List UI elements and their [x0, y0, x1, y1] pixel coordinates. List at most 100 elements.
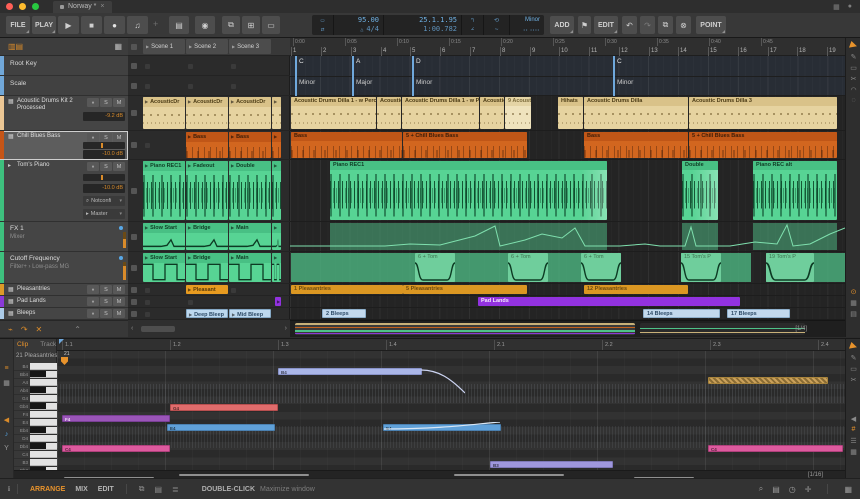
piano-key[interactable]: D4	[14, 435, 57, 443]
output-selector[interactable]: ▸ Master ▾	[83, 209, 125, 219]
stop-clip-button[interactable]	[131, 188, 137, 194]
key-cap[interactable]	[30, 363, 57, 370]
launcher-automation-clip[interactable]: Slow Start	[143, 253, 185, 282]
piano-key[interactable]: A4	[14, 379, 57, 387]
arranger-lane-padlands[interactable]: Pad Lands	[290, 296, 845, 308]
record-arm-button[interactable]: ●	[87, 162, 99, 171]
knife-tool[interactable]: ✂	[846, 73, 860, 84]
arranger-clip[interactable]: 5 + Chill Blues Bass	[689, 132, 837, 158]
key-cap[interactable]	[30, 459, 57, 466]
arranger-clip[interactable]: Acoustic Drums Dilla	[584, 97, 688, 129]
launcher-automation-clip[interactable]	[272, 253, 281, 282]
solo-button[interactable]: S	[100, 285, 112, 294]
empty-slot[interactable]	[145, 143, 150, 148]
solo-button[interactable]: S	[100, 162, 112, 171]
bar-number[interactable]: 3	[351, 47, 356, 56]
scale-highlight-toggle[interactable]: #	[846, 424, 860, 435]
bar-number[interactable]: 19	[827, 47, 836, 56]
midi-note[interactable]: F4	[62, 415, 170, 422]
launcher-clip[interactable]	[272, 97, 281, 129]
automation-lane-cutoff[interactable]: Cutoff Frequency Filter+ › Low-pass MG	[0, 252, 128, 284]
piano-roll-grid[interactable]: 1.11.21.31.42.12.22.32.4 21 B4	[57, 339, 845, 470]
automation-curve[interactable]	[290, 222, 845, 252]
bar-number[interactable]: 5	[410, 47, 415, 56]
pointer-tool[interactable]	[846, 341, 860, 352]
io-routing-icon[interactable]: ▥▤	[8, 42, 23, 51]
empty-slot[interactable]	[231, 84, 236, 89]
arranger-clip[interactable]: 1 Pleasantries	[291, 285, 403, 294]
midi-note[interactable]: G4	[170, 404, 278, 411]
key-cap[interactable]	[30, 419, 57, 426]
piano-key[interactable]: B3	[14, 459, 57, 467]
automation-clip[interactable]: 15 Tom's P	[681, 253, 721, 282]
automation-clip[interactable]: 6 + Tom	[415, 253, 455, 282]
bar-number[interactable]: 8	[500, 47, 505, 56]
redo-button[interactable]: ↷	[640, 16, 655, 34]
midi-note[interactable]: B3	[490, 461, 613, 468]
edited-clip-label[interactable]: 21 Pleasantries	[16, 353, 57, 359]
overview-viewport[interactable]	[295, 323, 635, 335]
track-name[interactable]: Pleasantries	[17, 286, 84, 293]
arranger-clip[interactable]: Bass	[584, 132, 688, 158]
piano-key[interactable]: Bb4	[14, 371, 57, 379]
stop-clip-button[interactable]	[131, 142, 137, 148]
add-menu-button[interactable]: ADD	[550, 16, 574, 34]
pointer-tool[interactable]	[846, 40, 860, 51]
key-cap[interactable]	[30, 395, 57, 402]
scene-launch-button[interactable]: Scene 1	[143, 39, 185, 54]
track-name[interactable]: Chill Blues Bass	[17, 133, 84, 140]
empty-slot[interactable]	[231, 64, 236, 69]
arranger-clip[interactable]: Bass	[291, 132, 402, 158]
bar-number[interactable]: 17	[768, 47, 777, 56]
slot-row-drums[interactable]: AcousticDr AcousticDr AcousticDr	[128, 96, 290, 131]
scene-launch-button[interactable]: Scene 3	[229, 39, 271, 54]
track-name[interactable]: Pad Lands	[17, 298, 84, 305]
arranger-lane-drums[interactable]: Acoustic Drums Dilla 1 - w Perc Acoustic…	[290, 96, 845, 131]
editor-ruler[interactable]: 1.11.21.31.42.12.22.32.4	[57, 339, 845, 351]
stop-clip-button[interactable]	[131, 110, 137, 116]
solo-button[interactable]: S	[100, 297, 112, 306]
arranger-clip[interactable]: 17 Bleeps	[727, 309, 790, 318]
solo-button[interactable]: S	[100, 133, 112, 142]
record-arm-button[interactable]: ●	[87, 309, 99, 318]
track-row[interactable]: ▦ Bleeps ● S M	[0, 308, 128, 320]
scroll-right-icon[interactable]: ›	[285, 325, 287, 332]
solo-button[interactable]: S	[100, 309, 112, 318]
pencil-tool[interactable]: ✎	[846, 352, 860, 363]
stop-clip-button[interactable]	[131, 287, 137, 293]
grid-settings-button[interactable]: ▦	[846, 297, 860, 308]
piano-keyboard-toggle[interactable]: ▤	[169, 16, 189, 34]
slot-row-cutoff-automation[interactable]: Slow Start Bridge Main	[128, 252, 290, 284]
launcher-clip[interactable]: AcousticDr	[143, 97, 185, 129]
info-icon[interactable]: i	[8, 485, 10, 493]
scrollbar-thumb[interactable]	[141, 326, 175, 332]
automation-clip[interactable]: 19 Tom's P	[766, 253, 814, 282]
midi-note[interactable]: C4	[708, 445, 843, 452]
arranger-clip[interactable]: Pad Lands	[478, 297, 740, 306]
grid-icon[interactable]: ▦	[3, 379, 10, 387]
launcher-automation-clip[interactable]: Bridge	[186, 253, 228, 282]
key-scale-lanes[interactable]: C Minor A Major D Minor C Minor	[290, 56, 845, 96]
stop-clip-button[interactable]	[131, 83, 137, 89]
note-area[interactable]: 21 B4	[57, 351, 845, 470]
bar-number[interactable]: 12	[619, 47, 628, 56]
lane-list-button[interactable]: ☰	[846, 435, 860, 446]
empty-slot[interactable]	[145, 312, 150, 317]
launcher-automation-clip[interactable]: Slow Start	[143, 223, 185, 250]
delete-button[interactable]: ⊗	[676, 16, 691, 34]
midi-note[interactable]: B4	[278, 368, 422, 375]
cue-marker-icon[interactable]	[61, 357, 68, 365]
arranger-lane-fx-automation[interactable]	[290, 222, 845, 252]
slot-row-bass[interactable]: Bass Bass	[128, 131, 290, 160]
dual-display-toggle[interactable]: ⧉	[222, 16, 240, 34]
volume-display[interactable]: -10.0 dB	[83, 150, 125, 159]
track-name[interactable]: Acoustic Drums Kit 2 Processed	[17, 98, 84, 112]
piano-key[interactable]: E4	[14, 419, 57, 427]
slot-row-piano[interactable]: Piano REC1 Fadeout Double	[128, 160, 290, 222]
mute-button[interactable]: M	[113, 309, 125, 318]
arranger-clip[interactable]: Piano REC1	[330, 161, 607, 220]
launcher-clip[interactable]: Bass	[186, 132, 228, 158]
volume-fader[interactable]	[83, 174, 125, 181]
record-arm-button[interactable]: ●	[87, 133, 99, 142]
key-cap[interactable]	[30, 387, 57, 394]
